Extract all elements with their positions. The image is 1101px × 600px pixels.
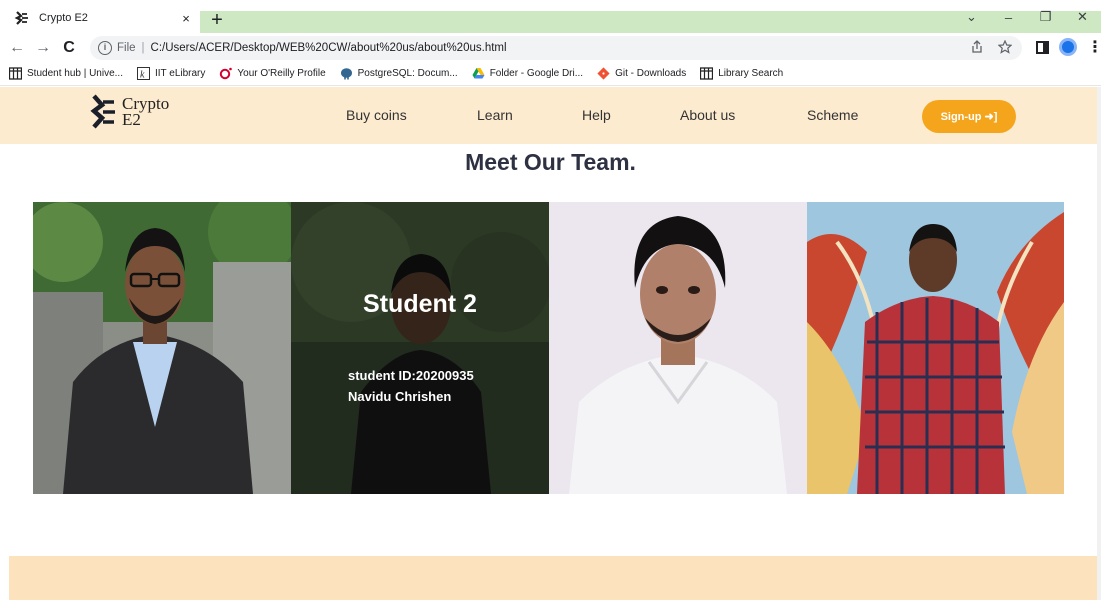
crypto-logo-icon — [14, 11, 28, 25]
bookmark-git-downloads[interactable]: Git - Downloads — [597, 67, 686, 80]
svg-text:k: k — [140, 70, 145, 81]
bookmark-postgresql-docs[interactable]: PostgreSQL: Docum... — [340, 67, 458, 80]
team-member-card-2[interactable]: Student 2 student ID:20200935 Navidu Chr… — [291, 202, 549, 494]
restore-button[interactable]: ❐ — [1027, 9, 1064, 25]
bookmark-label: PostgreSQL: Docum... — [357, 68, 458, 79]
bookmark-google-drive-folder[interactable]: Folder - Google Dri... — [472, 67, 583, 80]
team-member-photo-1 — [33, 202, 291, 494]
browser-menu-button[interactable]: ⋮ — [1087, 37, 1101, 57]
bookmark-iit-elibrary[interactable]: k IIT eLibrary — [137, 67, 205, 80]
tab-close-icon[interactable]: × — [178, 11, 194, 26]
bookmark-student-hub[interactable]: Student hub | Unive... — [9, 67, 123, 80]
grid-icon — [700, 67, 714, 80]
profile-avatar-icon — [1059, 38, 1077, 56]
address-separator: | — [141, 42, 145, 54]
page-scrollbar[interactable] — [1097, 87, 1101, 600]
bookmark-label: IIT eLibrary — [155, 68, 206, 79]
nav-learn[interactable]: Learn — [477, 107, 513, 123]
team-member-full-name: Navidu Chrishen — [348, 389, 452, 404]
team-member-card-4[interactable] — [807, 202, 1064, 494]
browser-tabstrip: Crypto E2 × + ⌄ – ❐ ✕ — [0, 0, 1101, 33]
bookmarks-bar: Student hub | Unive... k IIT eLibrary Yo… — [0, 62, 1101, 86]
logo-line-2: E2 — [122, 110, 141, 129]
bookmark-star-icon[interactable] — [998, 40, 1012, 54]
bookmark-label: Git - Downloads — [615, 68, 687, 79]
oreilly-icon — [220, 67, 233, 80]
bookmark-label: Library Search — [718, 68, 784, 79]
tab-search-icon[interactable]: ⌄ — [953, 9, 990, 25]
site-info-icon[interactable]: i — [98, 41, 112, 55]
reload-button[interactable]: C — [58, 37, 80, 59]
minimize-button[interactable]: – — [990, 10, 1027, 25]
k-icon: k — [137, 67, 150, 80]
tab-title: Crypto E2 — [39, 12, 88, 24]
bookmark-label: Folder - Google Dri... — [489, 68, 584, 79]
drive-icon — [472, 68, 485, 79]
logo-text: Crypto E2 — [122, 95, 169, 129]
bookmark-library-search[interactable]: Library Search — [700, 67, 783, 80]
side-panel-icon — [1036, 41, 1049, 54]
scheme-label: File — [117, 42, 136, 54]
team-gallery: Student 2 student ID:20200935 Navidu Chr… — [33, 202, 1064, 494]
menu-dots-icon: ⋮ — [1087, 39, 1101, 56]
bookmark-label: Student hub | Unive... — [27, 68, 123, 79]
back-button[interactable]: ← — [6, 37, 28, 59]
profile-button[interactable] — [1059, 38, 1077, 56]
team-member-student-id: student ID:20200935 — [348, 368, 474, 383]
bookmark-oreilly-profile[interactable]: Your O'Reilly Profile — [219, 67, 326, 80]
team-member-overlay — [291, 202, 549, 494]
side-panel-button[interactable] — [1036, 41, 1049, 54]
team-title: Meet Our Team. — [465, 149, 636, 175]
browser-toolbar: ← → C i File | C:/Users/ACER/Desktop/WEB… — [0, 33, 1101, 62]
team-member-card-3[interactable] — [549, 202, 807, 494]
site-logo[interactable]: Crypto E2 — [88, 93, 169, 131]
close-window-button[interactable]: ✕ — [1064, 9, 1101, 25]
address-bar[interactable]: i File | C:/Users/ACER/Desktop/WEB%20CW/… — [90, 36, 1022, 60]
team-member-card-1[interactable] — [33, 202, 291, 494]
share-icon[interactable] — [970, 40, 984, 54]
nav-scheme[interactable]: Scheme — [807, 107, 858, 123]
bookmark-label: Your O'Reilly Profile — [237, 68, 326, 79]
team-member-photo-3 — [549, 202, 807, 494]
nav-about-us[interactable]: About us — [680, 107, 735, 123]
nav-buy-coins[interactable]: Buy coins — [346, 107, 407, 123]
browser-tab[interactable]: Crypto E2 × — [0, 3, 200, 33]
omnibox-actions — [970, 40, 1012, 54]
team-member-name: Student 2 — [363, 290, 477, 318]
forward-button[interactable]: → — [32, 37, 54, 59]
web-page: Crypto E2 Buy coins Learn Help About us … — [0, 87, 1101, 600]
new-tab-button[interactable]: + — [206, 10, 228, 32]
grid-icon — [9, 67, 22, 80]
nav-help[interactable]: Help — [582, 107, 611, 123]
crypto-logo-icon — [90, 94, 115, 129]
elephant-icon — [340, 68, 352, 80]
site-navbar: Crypto E2 Buy coins Learn Help About us … — [0, 87, 1101, 144]
team-member-photo-4 — [807, 202, 1064, 494]
address-url[interactable]: C:/Users/ACER/Desktop/WEB%20CW/about%20u… — [151, 42, 507, 54]
site-footer — [9, 556, 1101, 600]
git-icon — [597, 67, 610, 80]
window-controls: ⌄ – ❐ ✕ — [953, 2, 1101, 32]
signup-button[interactable]: Sign-up ➜] — [922, 100, 1016, 133]
